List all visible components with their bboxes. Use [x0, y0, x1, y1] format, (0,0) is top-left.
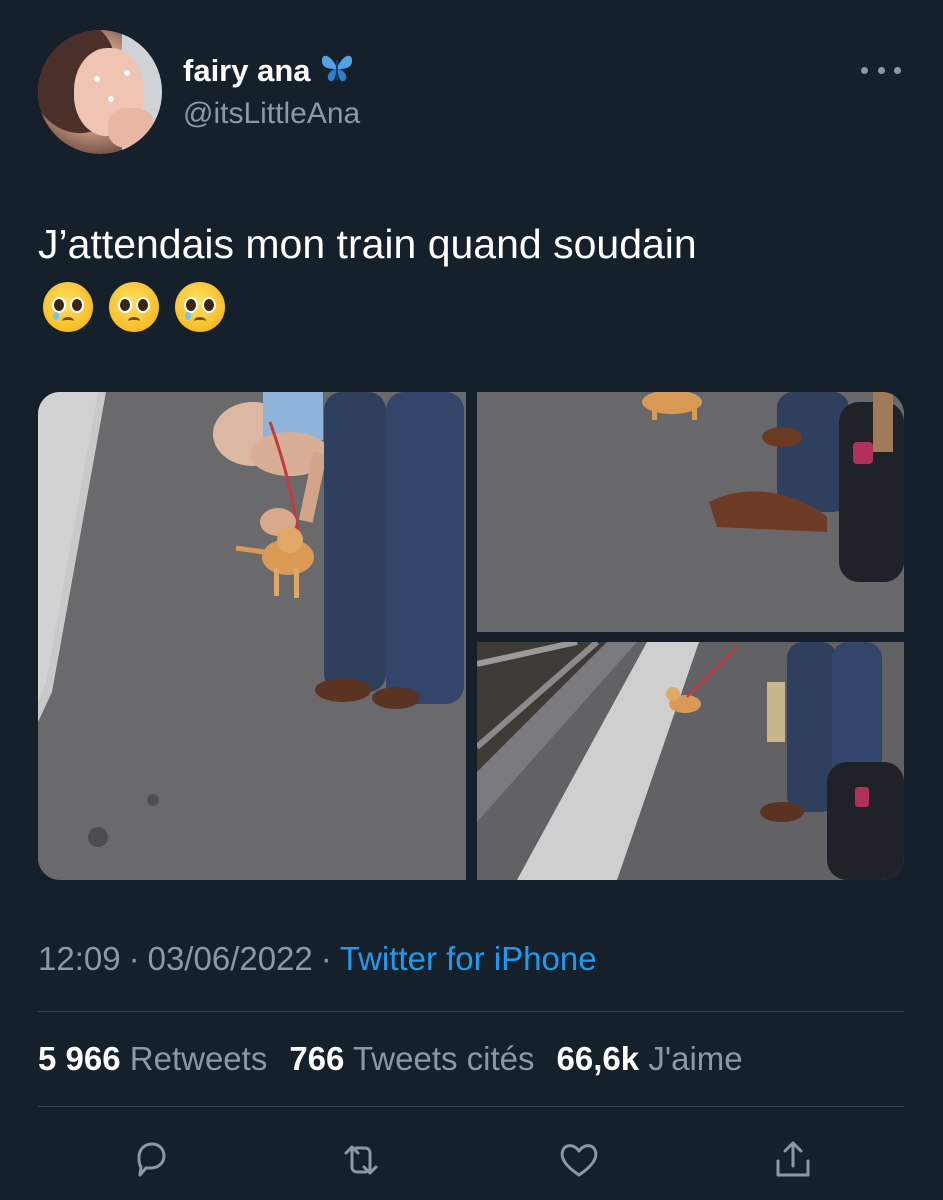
butterfly-emoji-icon: [319, 52, 355, 89]
dot-icon: [877, 66, 885, 74]
quotes-stat[interactable]: 766 Tweets cités: [289, 1040, 534, 1078]
author-name-row[interactable]: fairy ana: [183, 52, 355, 89]
author-display-name[interactable]: fairy ana: [183, 53, 311, 89]
photo-kitten-platform-2[interactable]: [477, 392, 904, 632]
likes-label: J'aime: [648, 1040, 743, 1077]
retweet-icon: [344, 1145, 378, 1175]
sparkle-decoration: [94, 76, 100, 82]
photo-kitten-platform-1[interactable]: [38, 392, 466, 880]
pleading-face-with-tears-icon: [43, 282, 93, 332]
likes-count: 66,6k: [556, 1040, 640, 1077]
tweet-time: 12:09: [38, 940, 121, 977]
tweet-text: J’attendais mon train quand soudain: [38, 221, 697, 267]
divider: [38, 1011, 904, 1012]
action-bar: [38, 1135, 904, 1185]
retweets-stat[interactable]: 5 966 Retweets: [38, 1040, 267, 1078]
share-button[interactable]: [768, 1135, 818, 1185]
dot-icon: [861, 66, 868, 74]
reply-icon: [137, 1142, 166, 1177]
sparkle-decoration: [124, 70, 130, 76]
author-handle[interactable]: @itsLittleAna: [183, 97, 360, 131]
emoji-row: [43, 282, 225, 332]
avatar[interactable]: [38, 30, 162, 154]
pleading-face-with-tears-icon: [175, 282, 225, 332]
meta-separator: ·: [128, 940, 140, 977]
tweet-source-link[interactable]: Twitter for iPhone: [340, 940, 597, 978]
media-grid[interactable]: [38, 392, 904, 880]
quotes-label: Tweets cités: [352, 1040, 535, 1077]
quotes-count: 766: [289, 1040, 345, 1077]
divider: [38, 1106, 904, 1107]
pleading-face-icon: [109, 282, 159, 332]
retweets-count: 5 966: [38, 1040, 121, 1077]
tweet-stats: 5 966 Retweets 766 Tweets cités 66,6k J'…: [38, 1040, 743, 1078]
reply-button[interactable]: [126, 1135, 176, 1185]
dot-icon: [894, 66, 901, 74]
tweet-meta: 12:09 · 03/06/2022 · Twitter for iPhone: [38, 940, 597, 978]
share-icon: [776, 1141, 810, 1177]
like-button[interactable]: [554, 1135, 604, 1185]
retweet-button[interactable]: [336, 1135, 386, 1185]
photo-kitten-platform-3[interactable]: [477, 642, 904, 880]
likes-stat[interactable]: 66,6k J'aime: [557, 1040, 743, 1078]
meta-separator: ·: [320, 940, 332, 977]
more-options-button[interactable]: [861, 58, 901, 82]
retweets-label: Retweets: [129, 1040, 268, 1077]
like-icon: [560, 1144, 598, 1177]
avatar-hand: [108, 108, 154, 148]
sparkle-decoration: [108, 96, 114, 102]
tweet-date: 03/06/2022: [147, 940, 313, 977]
